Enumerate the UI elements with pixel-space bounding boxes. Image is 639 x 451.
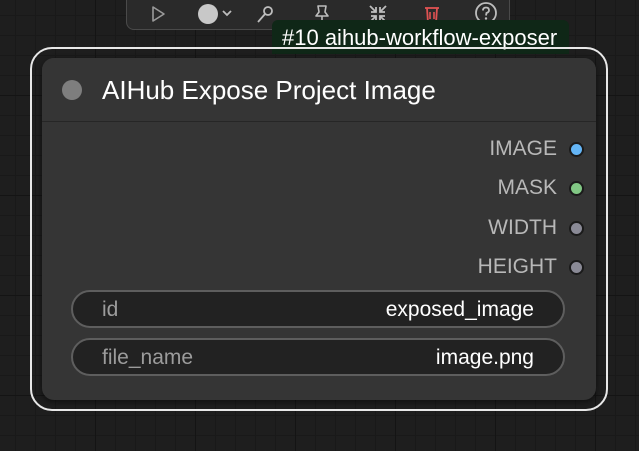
- output-height: HEIGHT: [478, 255, 584, 279]
- node-title: AIHub Expose Project Image: [102, 75, 436, 105]
- widget-label: file_name: [102, 346, 194, 369]
- output-mask: MASK: [497, 176, 584, 200]
- run-button[interactable]: [143, 1, 173, 27]
- output-slot-image[interactable]: [569, 141, 584, 157]
- output-image: IMAGE: [489, 137, 584, 161]
- play-icon: [152, 6, 165, 22]
- collapse-dot-icon[interactable]: [62, 80, 82, 100]
- widget-value: exposed_image: [385, 298, 534, 321]
- node-header[interactable]: AIHub Expose Project Image: [42, 58, 596, 122]
- color-picker-icon: [198, 4, 232, 24]
- output-label: WIDTH: [488, 216, 557, 239]
- output-label: MASK: [497, 176, 557, 199]
- output-slot-height[interactable]: [569, 259, 584, 275]
- widget-value: image.png: [435, 346, 534, 369]
- output-slot-mask[interactable]: [569, 180, 584, 196]
- output-slot-width[interactable]: [569, 220, 584, 236]
- output-label: HEIGHT: [477, 255, 557, 278]
- output-label: IMAGE: [489, 137, 557, 160]
- node-aihub-expose-project-image[interactable]: AIHub Expose Project Image IMAGE MASK WI…: [42, 58, 596, 400]
- color-button[interactable]: [191, 1, 237, 27]
- id-field[interactable]: id exposed_image: [71, 290, 565, 328]
- output-width: WIDTH: [488, 216, 584, 240]
- file-name-field[interactable]: file_name image.png: [71, 338, 565, 376]
- widget-label: id: [102, 298, 119, 321]
